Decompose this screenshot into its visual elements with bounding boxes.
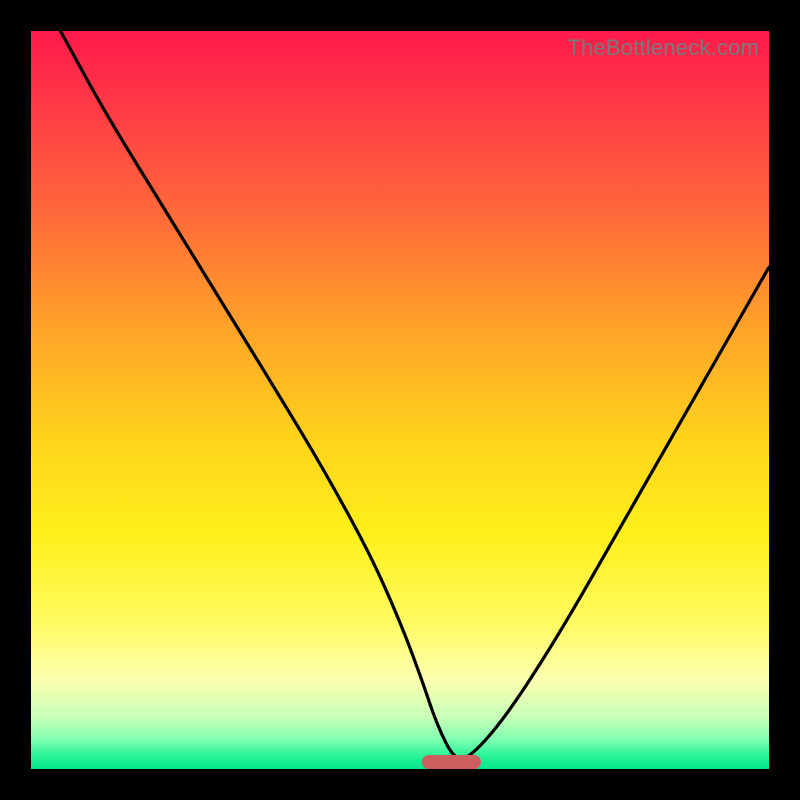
- chart-frame: TheBottleneck.com: [0, 0, 800, 800]
- plot-area: TheBottleneck.com: [31, 31, 769, 769]
- bottleneck-curve: [31, 31, 769, 769]
- curve-path: [61, 31, 770, 759]
- optimum-marker: [422, 755, 481, 769]
